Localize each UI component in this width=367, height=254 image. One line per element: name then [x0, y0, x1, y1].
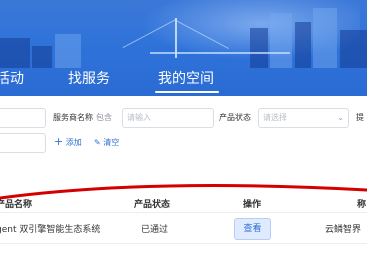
nav-item-find-service[interactable]: 找服务 — [68, 68, 110, 88]
product-status-select[interactable]: 请选择 ⌄ — [258, 108, 349, 128]
broom-icon: ✎ — [94, 138, 101, 147]
cell-product-name: gent 双引擎智能生态系统 — [0, 225, 101, 235]
header-operation: 操作 — [243, 200, 262, 210]
chevron-down-icon: ⌄ — [337, 113, 344, 122]
banner-building — [313, 8, 337, 68]
service-name-label: 服务商名称 包含 — [53, 113, 112, 122]
view-button[interactable]: 查看 — [234, 218, 271, 240]
search-field-1[interactable] — [0, 108, 46, 128]
table-divider — [0, 212, 367, 213]
add-filter-button[interactable]: + 添加 — [54, 135, 82, 148]
header-product-status: 产品状态 — [134, 200, 171, 210]
nav-item-activity[interactable]: 活动 — [0, 68, 24, 88]
submit-label: 提 — [356, 113, 364, 122]
cell-product-status: 已通过 — [141, 225, 169, 235]
product-status-placeholder: 请选择 — [263, 113, 287, 122]
search-field-2[interactable] — [0, 133, 46, 153]
table-divider — [0, 243, 367, 244]
clear-filter-button[interactable]: ✎ 清空 — [94, 137, 119, 148]
main-nav: 活动 找服务 我的空间 — [0, 60, 367, 96]
service-name-input[interactable]: 请输入 — [122, 108, 214, 128]
nav-item-my-space[interactable]: 我的空间 — [158, 68, 214, 88]
product-status-label: 产品状态 — [219, 113, 251, 122]
service-name-qualifier: 包含 — [96, 113, 112, 122]
banner-bridge-deck — [150, 52, 290, 54]
header-extra: 称 — [357, 200, 367, 210]
cell-provider: 云鳞智界 — [325, 225, 362, 235]
plus-icon: + — [54, 135, 64, 148]
nav-active-indicator — [155, 91, 219, 93]
header-product-name: 产品名称 — [0, 200, 33, 210]
header-banner: 活动 找服务 我的空间 — [0, 0, 367, 96]
